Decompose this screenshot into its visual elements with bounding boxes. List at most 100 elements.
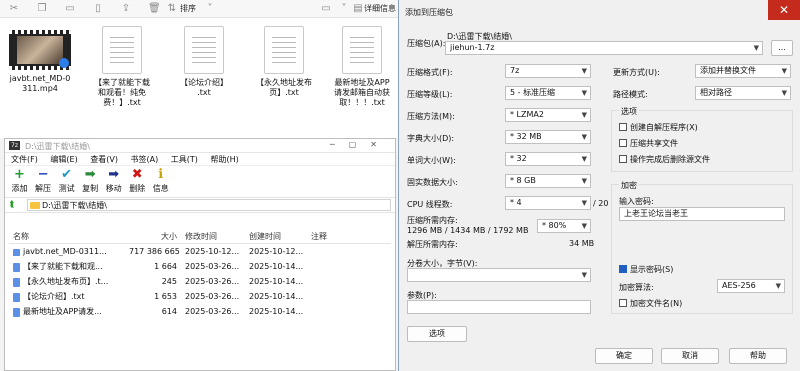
menu-view[interactable]: 查看(V) (90, 153, 118, 166)
browse-button[interactable]: ... (771, 40, 793, 56)
text-file-icon (264, 26, 304, 74)
split-select[interactable]: ▼ (407, 268, 591, 282)
delete-after-checkbox[interactable]: 操作完成后删除源文件 (619, 154, 710, 165)
file-name: 【永久地址发布 页】.txt (256, 78, 312, 97)
unmem-value: 34 MB (569, 239, 595, 248)
file-item[interactable]: 【永久地址发布 页】.txt (248, 26, 320, 98)
dialog-title: 添加到压缩包 (405, 8, 453, 17)
sfx-checkbox[interactable]: 创建自解压程序(X) (619, 122, 698, 133)
pathmode-select[interactable]: 相对路径 ▼ (695, 86, 791, 100)
paste-icon[interactable]: ▭ (64, 3, 76, 15)
sort-button[interactable]: 排序 (180, 3, 196, 14)
level-select[interactable]: 5 - 标准压缩 ▼ (505, 86, 591, 100)
test-icon: ✔ (61, 167, 73, 182)
delete-button[interactable]: ✖ 删除 (127, 168, 148, 194)
params-input[interactable] (407, 300, 591, 314)
cut-icon[interactable]: ✂ (8, 3, 20, 15)
file-name: 【论坛介绍】 .txt (180, 78, 228, 97)
info-button[interactable]: ℹ 信息 (150, 168, 171, 194)
update-label: 更新方式(U): (613, 68, 660, 77)
view-icon[interactable]: ▭ (320, 3, 332, 15)
cpu-label: CPU 线程数: (407, 200, 453, 209)
shared-checkbox[interactable]: 压缩共享文件 (619, 138, 678, 149)
help-button[interactable]: 帮助 (729, 348, 787, 364)
archive-name-input[interactable]: jiehun-1.7z ▼ (445, 41, 763, 55)
file-name: javbt.net_MD-0 311.mp4 (9, 74, 71, 93)
col-modified[interactable]: 修改时间 (181, 231, 243, 242)
word-select[interactable]: * 32 ▼ (505, 152, 591, 166)
copy-arrow-icon: ➡ (84, 167, 96, 182)
col-comment[interactable]: 注释 (307, 231, 391, 242)
menu-bookmarks[interactable]: 书签(A) (131, 153, 159, 166)
table-row[interactable]: 最新地址及APP请发... 614 2025-03-26... 2025-10-14… (9, 304, 391, 319)
test-button[interactable]: ✔ 测试 (56, 168, 77, 194)
format-select[interactable]: 7z ▼ (505, 64, 591, 78)
text-file-icon (342, 26, 382, 74)
sort-icon[interactable]: ⇅ (166, 3, 178, 15)
table-row[interactable]: 【永久地址发布页】.t... 245 2025-03-26... 2025-10-1… (9, 274, 391, 289)
share-icon[interactable]: ⇪ (120, 3, 132, 15)
file-name: 【来了就能下载 和观看！纯免 费！】.txt (94, 78, 150, 107)
enc-method-label: 加密算法: (619, 283, 654, 292)
add-icon: + (14, 167, 25, 182)
options-button[interactable]: 选项 (407, 326, 467, 342)
copy-icon[interactable]: ❐ (36, 3, 48, 15)
show-password-checkbox[interactable]: 显示密码(S) (619, 264, 673, 275)
app-icon: 7z (9, 141, 20, 150)
text-file-icon (102, 26, 142, 74)
col-name[interactable]: 名称 (9, 231, 129, 242)
dialog-titlebar: 添加到压缩包 ✕ (399, 0, 800, 22)
zip-toolbar: + 添加 − 解压 ✔ 测试 ➡ 复制 ➡ 移动 ✖ 删除 ℹ 信息 (5, 166, 395, 198)
menu-tools[interactable]: 工具(T) (171, 153, 198, 166)
col-size[interactable]: 大小 (129, 231, 181, 242)
up-folder-icon[interactable]: ⮬ (10, 200, 15, 210)
update-select[interactable]: 添加并替换文件 ▼ (695, 64, 791, 78)
copy-button[interactable]: ➡ 复制 (80, 168, 101, 194)
extract-button[interactable]: − 解压 (33, 168, 54, 194)
password-input[interactable]: 上老王论坛当老王 (619, 207, 785, 221)
file-item[interactable]: 【论坛介绍】 .txt (168, 26, 240, 98)
solid-select[interactable]: * 8 GB ▼ (505, 174, 591, 188)
move-arrow-icon: ➡ (108, 167, 120, 182)
table-row[interactable]: javbt.net_MD-0311... 717 386 665 2025-10-… (9, 244, 391, 259)
rename-icon[interactable]: ▯ (92, 3, 104, 15)
encryption-group-title: 加密 (619, 180, 639, 191)
col-created[interactable]: 创建时间 (243, 231, 307, 242)
info-icon: ℹ (158, 167, 164, 182)
address-input[interactable]: D:\迅雷下载\结婚\ (27, 199, 391, 211)
method-label: 压缩方法(M): (407, 112, 455, 121)
enc-method-select[interactable]: AES-256 ▼ (717, 279, 785, 293)
encrypt-names-checkbox[interactable]: 加密文件名(N) (619, 298, 682, 309)
pathmode-label: 路径模式: (613, 90, 648, 99)
file-item[interactable]: javbt.net_MD-0 311.mp4 (4, 26, 76, 94)
mem-label: 压缩所需内存: (407, 216, 458, 225)
level-label: 压缩等级(L): (407, 90, 453, 99)
mem-value: 1296 MB / 1434 MB / 1792 MB (407, 226, 529, 235)
unmem-label: 解压所需内存: (407, 240, 458, 249)
menu-file[interactable]: 文件(F) (11, 153, 38, 166)
details-button[interactable]: 详细信息 (364, 3, 396, 14)
dict-label: 字典大小(D): (407, 134, 455, 143)
table-row[interactable]: 【来了就能下载和观... 1 664 2025-03-26... 2025-10-1… (9, 259, 391, 274)
chevron-down-icon[interactable]: ˅ (338, 3, 350, 15)
chevron-down-icon[interactable]: ˅ (204, 3, 216, 15)
close-icon[interactable]: ✕ (768, 0, 800, 20)
zip-window: 7z D:\迅雷下载\结婚\ ─▢✕ 文件(F) 编辑(E) 查看(V) 书签(… (4, 138, 396, 371)
cancel-button[interactable]: 取消 (661, 348, 719, 364)
menu-edit[interactable]: 编辑(E) (50, 153, 77, 166)
file-item[interactable]: 最新地址及APP 请发邮箱自动获 取！！！.txt (326, 26, 398, 108)
delete-icon[interactable]: 🗑 (148, 3, 161, 15)
chevron-down-icon: ▼ (753, 44, 759, 52)
cpu-select[interactable]: * 4 ▼ (505, 196, 591, 210)
details-icon[interactable]: ▤ (352, 3, 364, 15)
move-button[interactable]: ➡ 移动 (103, 168, 124, 194)
method-select[interactable]: * LZMA2 ▼ (505, 108, 591, 122)
ok-button[interactable]: 确定 (595, 348, 653, 364)
add-button[interactable]: + 添加 (9, 168, 30, 194)
file-item[interactable]: 【来了就能下载 和观看！纯免 费！】.txt (86, 26, 158, 108)
mem-percent-select[interactable]: * 80% ▼ (537, 219, 591, 233)
menu-help[interactable]: 帮助(H) (210, 153, 238, 166)
dict-select[interactable]: * 32 MB ▼ (505, 130, 591, 144)
window-controls[interactable]: ─▢✕ (330, 140, 391, 149)
table-row[interactable]: 【论坛介绍】.txt 1 653 2025-03-26... 2025-10-14.… (9, 289, 391, 304)
